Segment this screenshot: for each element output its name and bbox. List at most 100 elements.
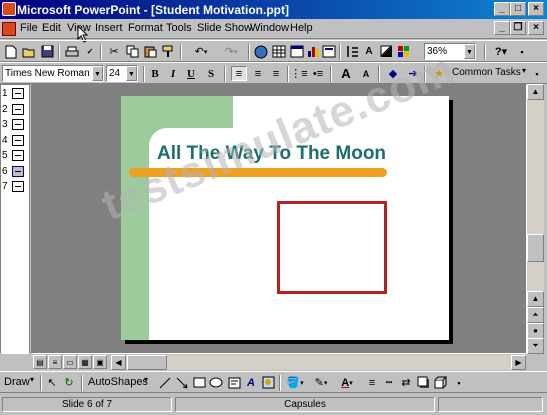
menu-help[interactable]: Help	[290, 22, 313, 34]
insert-wordart-icon[interactable]: A	[243, 375, 259, 390]
minimize-button[interactable]: _	[494, 2, 510, 16]
menu-window[interactable]: Window	[250, 22, 289, 34]
demote-icon[interactable]: ➔	[405, 66, 421, 81]
doc-restore-button[interactable]: ❐	[510, 21, 526, 35]
formatting-options-icon[interactable]: ▪	[530, 66, 544, 81]
close-button[interactable]: ×	[528, 2, 544, 16]
insert-hyperlink-icon[interactable]	[253, 44, 269, 59]
undo-icon[interactable]: ↶ ▾	[188, 44, 214, 59]
spelling-icon[interactable]: ✓	[82, 44, 98, 59]
drawing-options-icon[interactable]: ▪	[452, 375, 466, 390]
italic-icon[interactable]: I	[165, 66, 181, 81]
font-dropdown-icon[interactable]: ▼	[92, 66, 103, 81]
scroll-down-icon[interactable]: ▲	[527, 291, 544, 307]
outline-slide-item[interactable]: 7	[1, 180, 31, 195]
slide-canvas[interactable]: All The Way To The Moon	[121, 96, 449, 340]
menu-slide-show[interactable]: Slide Show	[197, 22, 252, 34]
slide-thumbnail-icon[interactable]	[12, 119, 24, 130]
scroll-thumb[interactable]	[527, 234, 544, 262]
slide-sorter-view-icon[interactable]: ▦	[78, 355, 92, 369]
select-browse-object-icon[interactable]: ●	[527, 323, 544, 339]
next-slide-icon[interactable]: ⏷	[527, 338, 544, 354]
line-style-icon[interactable]: ≡	[364, 375, 380, 390]
font-size-combo[interactable]: 24 ▼	[106, 65, 138, 82]
rectangle-icon[interactable]	[191, 375, 207, 390]
text-box-icon[interactable]	[226, 375, 242, 390]
draw-dropdown-icon[interactable]: ▾	[30, 375, 34, 384]
zoom-dropdown-icon[interactable]: ▼	[464, 44, 475, 59]
color-preview-icon[interactable]	[395, 44, 411, 59]
outline-slide-item[interactable]: 3	[1, 118, 31, 133]
slide-thumbnail-icon[interactable]	[12, 181, 24, 192]
promote-icon[interactable]: ◆	[385, 66, 401, 81]
outline-slide-item[interactable]: 2	[1, 103, 31, 118]
save-icon[interactable]	[39, 44, 55, 59]
powerpoint-app-icon[interactable]	[2, 2, 16, 16]
common-tasks-button[interactable]: Common Tasks	[452, 67, 521, 78]
dash-style-icon[interactable]: ┅	[381, 375, 397, 390]
align-right-icon[interactable]: ≡	[268, 66, 284, 81]
oval-icon[interactable]	[208, 375, 224, 390]
outline-slide-item[interactable]: 1	[1, 87, 31, 102]
insert-chart-icon[interactable]	[305, 44, 321, 59]
shadow-style-icon[interactable]	[415, 375, 431, 390]
zoom-combo[interactable]: 36% ▼	[424, 43, 476, 60]
line-color-icon[interactable]: ✎ ▾	[309, 375, 333, 390]
autoshapes-dropdown-icon[interactable]: ▾	[144, 375, 148, 384]
outline-slide-item[interactable]: 4	[1, 134, 31, 149]
slide-title[interactable]: All The Way To The Moon	[157, 143, 407, 165]
align-left-icon[interactable]: ≡	[231, 66, 247, 81]
insert-clip-art-icon[interactable]	[260, 375, 276, 390]
autoshapes-menu[interactable]: AutoShapes	[88, 376, 148, 388]
insert-table-icon[interactable]	[289, 44, 305, 59]
vertical-scrollbar[interactable]: ▲ ▲ ⏶ ● ⏷	[527, 84, 544, 354]
menu-file[interactable]: File	[20, 22, 38, 34]
arrow-style-icon[interactable]: ⇄	[398, 375, 414, 390]
common-tasks-dropdown-icon[interactable]: ▾	[522, 66, 526, 75]
font-name-combo[interactable]: Times New Roman ▼	[2, 65, 104, 82]
scroll-left-icon[interactable]: ◀	[111, 355, 126, 370]
new-slide-icon[interactable]	[321, 44, 337, 59]
h-scroll-thumb[interactable]	[127, 355, 167, 370]
underline-icon[interactable]: U	[183, 66, 199, 81]
redo-icon[interactable]: ↷ ▾	[218, 44, 244, 59]
font-color-icon[interactable]: A ▾	[335, 375, 359, 390]
arrow-icon[interactable]	[174, 375, 190, 390]
menu-format[interactable]: Format	[128, 22, 163, 34]
common-tasks-icon[interactable]: ★	[431, 66, 447, 81]
increase-font-size-icon[interactable]: A	[338, 66, 354, 81]
paste-icon[interactable]	[142, 44, 158, 59]
free-rotate-icon[interactable]: ↻	[61, 375, 77, 390]
tables-borders-icon[interactable]	[271, 44, 287, 59]
maximize-button[interactable]: □	[510, 2, 526, 16]
numbering-icon[interactable]: ⋮≡	[290, 66, 307, 81]
previous-slide-icon[interactable]: ⏶	[527, 307, 544, 323]
menu-edit[interactable]: Edit	[42, 22, 61, 34]
new-icon[interactable]	[3, 44, 19, 59]
copy-icon[interactable]	[124, 44, 140, 59]
print-icon[interactable]	[64, 44, 80, 59]
3d-style-icon[interactable]	[432, 375, 448, 390]
show-formatting-icon[interactable]: A	[361, 44, 377, 59]
document-icon[interactable]	[2, 22, 16, 36]
help-icon[interactable]: ? ▾	[489, 44, 513, 59]
horizontal-scrollbar[interactable]: ◀ ▶	[111, 355, 526, 370]
cut-icon[interactable]: ✂	[106, 44, 122, 59]
font-size-dropdown-icon[interactable]: ▼	[126, 66, 137, 81]
center-icon[interactable]: ≡	[250, 66, 266, 81]
red-frame-shape[interactable]	[277, 201, 387, 294]
open-icon[interactable]	[21, 44, 37, 59]
outline-slide-item[interactable]: 5	[1, 149, 31, 164]
toolbar-options-icon[interactable]: ▪	[515, 44, 529, 59]
outline-slide-item[interactable]: 6	[1, 165, 31, 180]
scroll-right-icon[interactable]: ▶	[511, 355, 526, 370]
slide-thumbnail-icon[interactable]	[12, 165, 24, 177]
slide-thumbnail-icon[interactable]	[12, 88, 24, 99]
doc-close-button[interactable]: ×	[528, 21, 544, 35]
outline-view-icon[interactable]: ≡	[48, 355, 62, 369]
slide-thumbnail-icon[interactable]	[12, 134, 24, 146]
draw-menu[interactable]: Draw	[4, 376, 30, 388]
bullets-icon[interactable]: •≡	[310, 66, 326, 81]
slide-thumbnail-icon[interactable]	[12, 150, 24, 161]
expand-all-icon[interactable]	[344, 44, 360, 59]
